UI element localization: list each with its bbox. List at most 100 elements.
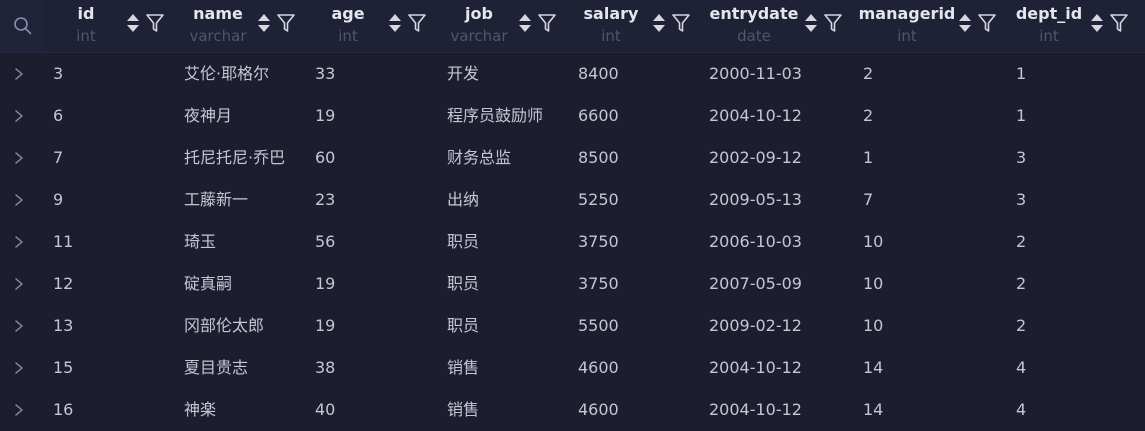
cell-managerid[interactable]: 2 (863, 95, 873, 137)
cell-id[interactable]: 13 (53, 305, 73, 347)
cell-job[interactable]: 财务总监 (447, 137, 511, 179)
cell-id[interactable]: 16 (53, 389, 73, 431)
cell-age[interactable]: 33 (315, 53, 335, 95)
filter-icon[interactable] (1110, 13, 1128, 33)
cell-job[interactable]: 程序员鼓励师 (447, 95, 543, 137)
cell-salary[interactable]: 8400 (578, 53, 619, 95)
chevron-right-icon[interactable] (14, 68, 24, 80)
cell-age[interactable]: 56 (315, 221, 335, 263)
sort-icon[interactable] (1090, 13, 1104, 33)
cell-entrydate[interactable]: 2002-09-12 (709, 137, 802, 179)
cell-id[interactable]: 7 (53, 137, 63, 179)
cell-managerid[interactable]: 14 (863, 389, 883, 431)
cell-age[interactable]: 38 (315, 347, 335, 389)
table-row[interactable]: 12 碇真嗣 19 职员 3750 2007-05-09 10 2 (0, 263, 1145, 305)
chevron-right-icon[interactable] (14, 194, 24, 206)
cell-dept_id[interactable]: 2 (1016, 221, 1026, 263)
cell-entrydate[interactable]: 2004-10-12 (709, 347, 802, 389)
cell-entrydate[interactable]: 2009-05-13 (709, 179, 802, 221)
cell-dept_id[interactable]: 4 (1016, 389, 1026, 431)
cell-entrydate[interactable]: 2006-10-03 (709, 221, 802, 263)
cell-name[interactable]: 神楽 (184, 389, 216, 431)
cell-id[interactable]: 9 (53, 179, 63, 221)
chevron-right-icon[interactable] (14, 278, 24, 290)
cell-job[interactable]: 开发 (447, 53, 479, 95)
cell-job[interactable]: 职员 (447, 305, 479, 347)
chevron-right-icon[interactable] (14, 320, 24, 332)
cell-job[interactable]: 出纳 (447, 179, 479, 221)
cell-managerid[interactable]: 14 (863, 347, 883, 389)
table-row[interactable]: 15 夏目贵志 38 销售 4600 2004-10-12 14 4 (0, 347, 1145, 389)
cell-managerid[interactable]: 2 (863, 53, 873, 95)
cell-job[interactable]: 职员 (447, 263, 479, 305)
cell-name[interactable]: 碇真嗣 (184, 263, 232, 305)
cell-id[interactable]: 6 (53, 95, 63, 137)
cell-entrydate[interactable]: 2007-05-09 (709, 263, 802, 305)
cell-dept_id[interactable]: 2 (1016, 305, 1026, 347)
cell-name[interactable]: 冈部伦太郎 (184, 305, 264, 347)
cell-id[interactable]: 11 (53, 221, 73, 263)
chevron-right-icon[interactable] (14, 236, 24, 248)
cell-salary[interactable]: 6600 (578, 95, 619, 137)
chevron-right-icon[interactable] (14, 404, 24, 416)
cell-id[interactable]: 3 (53, 53, 63, 95)
cell-salary[interactable]: 3750 (578, 221, 619, 263)
chevron-right-icon[interactable] (14, 362, 24, 374)
cell-salary[interactable]: 5250 (578, 179, 619, 221)
cell-managerid[interactable]: 7 (863, 179, 873, 221)
cell-dept_id[interactable]: 1 (1016, 95, 1026, 137)
table-row[interactable]: 3 艾伦·耶格尔 33 开发 8400 2000-11-03 2 1 (0, 53, 1145, 95)
sort-icon[interactable] (257, 13, 271, 33)
cell-dept_id[interactable]: 4 (1016, 347, 1026, 389)
sort-icon[interactable] (652, 13, 666, 33)
cell-managerid[interactable]: 10 (863, 305, 883, 347)
cell-age[interactable]: 19 (315, 95, 335, 137)
filter-icon[interactable] (824, 13, 842, 33)
cell-managerid[interactable]: 10 (863, 263, 883, 305)
cell-age[interactable]: 19 (315, 263, 335, 305)
cell-dept_id[interactable]: 2 (1016, 263, 1026, 305)
cell-job[interactable]: 销售 (447, 347, 479, 389)
cell-entrydate[interactable]: 2000-11-03 (709, 53, 802, 95)
cell-salary[interactable]: 3750 (578, 263, 619, 305)
cell-age[interactable]: 23 (315, 179, 335, 221)
cell-entrydate[interactable]: 2004-10-12 (709, 95, 802, 137)
sort-icon[interactable] (388, 13, 402, 33)
cell-entrydate[interactable]: 2004-10-12 (709, 389, 802, 431)
cell-name[interactable]: 托尼托尼·乔巴 (184, 137, 285, 179)
cell-managerid[interactable]: 1 (863, 137, 873, 179)
chevron-right-icon[interactable] (14, 110, 24, 122)
cell-managerid[interactable]: 10 (863, 221, 883, 263)
sort-icon[interactable] (958, 13, 972, 33)
cell-name[interactable]: 艾伦·耶格尔 (184, 53, 269, 95)
cell-salary[interactable]: 4600 (578, 347, 619, 389)
cell-dept_id[interactable]: 3 (1016, 137, 1026, 179)
cell-name[interactable]: 琦玉 (184, 221, 216, 263)
table-row[interactable]: 13 冈部伦太郎 19 职员 5500 2009-02-12 10 2 (0, 305, 1145, 347)
cell-dept_id[interactable]: 1 (1016, 53, 1026, 95)
cell-job[interactable]: 销售 (447, 389, 479, 431)
cell-id[interactable]: 15 (53, 347, 73, 389)
sort-icon[interactable] (804, 13, 818, 33)
cell-age[interactable]: 19 (315, 305, 335, 347)
cell-name[interactable]: 夏目贵志 (184, 347, 248, 389)
cell-dept_id[interactable]: 3 (1016, 179, 1026, 221)
chevron-right-icon[interactable] (14, 152, 24, 164)
cell-job[interactable]: 职员 (447, 221, 479, 263)
table-row[interactable]: 11 琦玉 56 职员 3750 2006-10-03 10 2 (0, 221, 1145, 263)
cell-salary[interactable]: 5500 (578, 305, 619, 347)
table-row[interactable]: 7 托尼托尼·乔巴 60 财务总监 8500 2002-09-12 1 3 (0, 137, 1145, 179)
table-row[interactable]: 9 工藤新一 23 出纳 5250 2009-05-13 7 3 (0, 179, 1145, 221)
cell-entrydate[interactable]: 2009-02-12 (709, 305, 802, 347)
cell-salary[interactable]: 4600 (578, 389, 619, 431)
cell-name[interactable]: 工藤新一 (184, 179, 248, 221)
table-row[interactable]: 16 神楽 40 销售 4600 2004-10-12 14 4 (0, 389, 1145, 431)
table-row[interactable]: 6 夜神月 19 程序员鼓励师 6600 2004-10-12 2 1 (0, 95, 1145, 137)
cell-age[interactable]: 40 (315, 389, 335, 431)
column-header-managerid[interactable]: managerid int (847, 0, 967, 52)
cell-age[interactable]: 60 (315, 137, 335, 179)
cell-name[interactable]: 夜神月 (184, 95, 232, 137)
column-header-entrydate[interactable]: entrydate date (694, 0, 814, 52)
sort-icon[interactable] (126, 13, 140, 33)
cell-salary[interactable]: 8500 (578, 137, 619, 179)
